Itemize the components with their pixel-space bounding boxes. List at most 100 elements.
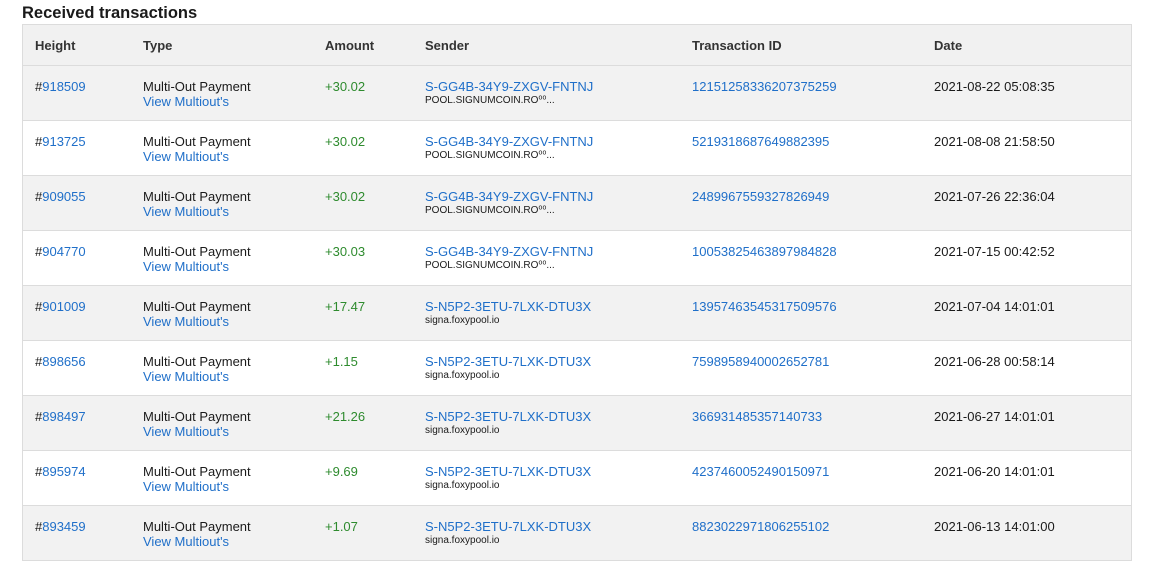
transaction-id-link[interactable]: 13957463545317509576 — [692, 299, 837, 314]
type-cell: Multi-Out Payment View Multiout's — [143, 134, 251, 164]
column-header-sender[interactable]: Sender — [425, 38, 469, 53]
block-height-link[interactable]: 901009 — [42, 299, 85, 314]
table-row: #909055 Multi-Out Payment View Multiout's +… — [23, 175, 1131, 230]
block-height-link[interactable]: 909055 — [42, 189, 85, 204]
block-height-cell: #918509 — [35, 79, 86, 94]
view-multiouts-link[interactable]: View Multiout's — [143, 424, 251, 439]
amount-value: +1.15 — [325, 354, 358, 369]
block-height-cell: #904770 — [35, 244, 86, 259]
column-header-date[interactable]: Date — [934, 38, 962, 53]
transaction-type: Multi-Out Payment — [143, 354, 251, 369]
type-cell: Multi-Out Payment View Multiout's — [143, 519, 251, 549]
table-row: #913725 Multi-Out Payment View Multiout's +… — [23, 120, 1131, 175]
date-value: 2021-06-28 00:58:14 — [934, 354, 1055, 369]
view-multiouts-link[interactable]: View Multiout's — [143, 204, 251, 219]
sender-name: signa.foxypool.io — [425, 315, 500, 326]
transaction-type: Multi-Out Payment — [143, 519, 251, 534]
type-cell: Multi-Out Payment View Multiout's — [143, 244, 251, 274]
view-multiouts-link[interactable]: View Multiout's — [143, 369, 251, 384]
sender-cell: S-N5P2-3ETU-7LXK-DTU3X signa.foxypool.io — [425, 299, 591, 327]
transaction-type: Multi-Out Payment — [143, 299, 251, 314]
date-value: 2021-08-22 05:08:35 — [934, 79, 1055, 94]
table-row: #893459 Multi-Out Payment View Multiout's +… — [23, 505, 1131, 560]
sender-address-link[interactable]: S-N5P2-3ETU-7LXK-DTU3X — [425, 519, 591, 534]
block-height-cell: #901009 — [35, 299, 86, 314]
date-value: 2021-06-27 14:01:01 — [934, 409, 1055, 424]
table-row: #898656 Multi-Out Payment View Multiout's +… — [23, 340, 1131, 395]
sender-address-link[interactable]: S-N5P2-3ETU-7LXK-DTU3X — [425, 354, 591, 369]
sender-address-link[interactable]: S-GG4B-34Y9-ZXGV-FNTNJ — [425, 244, 593, 259]
sender-name: signa.foxypool.io — [425, 370, 500, 381]
sender-address-link[interactable]: S-N5P2-3ETU-7LXK-DTU3X — [425, 464, 591, 479]
sender-address-link[interactable]: S-GG4B-34Y9-ZXGV-FNTNJ — [425, 79, 593, 94]
block-height-cell: #898497 — [35, 409, 86, 424]
view-multiouts-link[interactable]: View Multiout's — [143, 314, 251, 329]
block-height-cell: #898656 — [35, 354, 86, 369]
view-multiouts-link[interactable]: View Multiout's — [143, 534, 251, 549]
sender-name: signa.foxypool.io — [425, 425, 500, 436]
amount-value: +30.02 — [325, 189, 366, 204]
table-row: #918509 Multi-Out Payment View Multiout's +… — [23, 65, 1131, 120]
date-value: 2021-07-04 14:01:01 — [934, 299, 1055, 314]
view-multiouts-link[interactable]: View Multiout's — [143, 149, 251, 164]
transaction-type: Multi-Out Payment — [143, 134, 251, 149]
sender-cell: S-N5P2-3ETU-7LXK-DTU3X signa.foxypool.io — [425, 409, 591, 437]
view-multiouts-link[interactable]: View Multiout's — [143, 479, 251, 494]
transaction-type: Multi-Out Payment — [143, 244, 251, 259]
transaction-id-link[interactable]: 12151258336207375259 — [692, 79, 837, 94]
transaction-id-link[interactable]: 366931485357140733 — [692, 409, 822, 424]
sender-address-link[interactable]: S-GG4B-34Y9-ZXGV-FNTNJ — [425, 134, 593, 149]
block-height-link[interactable]: 918509 — [42, 79, 85, 94]
table-row: #895974 Multi-Out Payment View Multiout's +… — [23, 450, 1131, 505]
sender-name: POOL.SIGNUMCOIN.RO⁰⁰... — [425, 205, 555, 216]
transaction-id-link[interactable]: 5219318687649882395 — [692, 134, 829, 149]
transaction-id-link[interactable]: 7598958940002652781 — [692, 354, 829, 369]
sender-address-link[interactable]: S-N5P2-3ETU-7LXK-DTU3X — [425, 409, 591, 424]
column-header-type[interactable]: Type — [143, 38, 172, 53]
date-value: 2021-08-08 21:58:50 — [934, 134, 1055, 149]
transaction-type: Multi-Out Payment — [143, 409, 251, 424]
sender-name: POOL.SIGNUMCOIN.RO⁰⁰... — [425, 260, 555, 271]
column-header-transaction-id[interactable]: Transaction ID — [692, 38, 782, 53]
sender-name: POOL.SIGNUMCOIN.RO⁰⁰... — [425, 150, 555, 161]
transaction-id-link[interactable]: 2489967559327826949 — [692, 189, 829, 204]
table-row: #904770 Multi-Out Payment View Multiout's +… — [23, 230, 1131, 285]
sender-cell: S-N5P2-3ETU-7LXK-DTU3X signa.foxypool.io — [425, 519, 591, 547]
block-height-link[interactable]: 904770 — [42, 244, 85, 259]
view-multiouts-link[interactable]: View Multiout's — [143, 259, 251, 274]
date-value: 2021-07-15 00:42:52 — [934, 244, 1055, 259]
amount-value: +30.02 — [325, 134, 366, 149]
type-cell: Multi-Out Payment View Multiout's — [143, 464, 251, 494]
amount-value: +21.26 — [325, 409, 366, 424]
transaction-id-link[interactable]: 10053825463897984828 — [692, 244, 837, 259]
type-cell: Multi-Out Payment View Multiout's — [143, 354, 251, 384]
sender-cell: S-GG4B-34Y9-ZXGV-FNTNJ POOL.SIGNUMCOIN.RO… — [425, 244, 593, 272]
transaction-type: Multi-Out Payment — [143, 189, 251, 204]
column-header-amount[interactable]: Amount — [325, 38, 374, 53]
table-row: #898497 Multi-Out Payment View Multiout's +… — [23, 395, 1131, 450]
amount-value: +1.07 — [325, 519, 358, 534]
block-height-link[interactable]: 898656 — [42, 354, 85, 369]
type-cell: Multi-Out Payment View Multiout's — [143, 409, 251, 439]
transaction-id-link[interactable]: 4237460052490150971 — [692, 464, 829, 479]
sender-address-link[interactable]: S-GG4B-34Y9-ZXGV-FNTNJ — [425, 189, 593, 204]
sender-cell: S-GG4B-34Y9-ZXGV-FNTNJ POOL.SIGNUMCOIN.RO… — [425, 134, 593, 162]
block-height-cell: #895974 — [35, 464, 86, 479]
block-height-link[interactable]: 895974 — [42, 464, 85, 479]
sender-address-link[interactable]: S-N5P2-3ETU-7LXK-DTU3X — [425, 299, 591, 314]
view-multiouts-link[interactable]: View Multiout's — [143, 94, 251, 109]
amount-value: +9.69 — [325, 464, 358, 479]
block-height-cell: #893459 — [35, 519, 86, 534]
column-header-height[interactable]: Height — [35, 38, 75, 53]
block-height-cell: #909055 — [35, 189, 86, 204]
type-cell: Multi-Out Payment View Multiout's — [143, 189, 251, 219]
type-cell: Multi-Out Payment View Multiout's — [143, 79, 251, 109]
block-height-link[interactable]: 898497 — [42, 409, 85, 424]
amount-value: +30.03 — [325, 244, 366, 259]
sender-name: signa.foxypool.io — [425, 480, 500, 491]
sender-cell: S-GG4B-34Y9-ZXGV-FNTNJ POOL.SIGNUMCOIN.RO… — [425, 79, 593, 107]
block-height-link[interactable]: 913725 — [42, 134, 85, 149]
transaction-type: Multi-Out Payment — [143, 464, 251, 479]
transaction-id-link[interactable]: 8823022971806255102 — [692, 519, 829, 534]
block-height-link[interactable]: 893459 — [42, 519, 85, 534]
